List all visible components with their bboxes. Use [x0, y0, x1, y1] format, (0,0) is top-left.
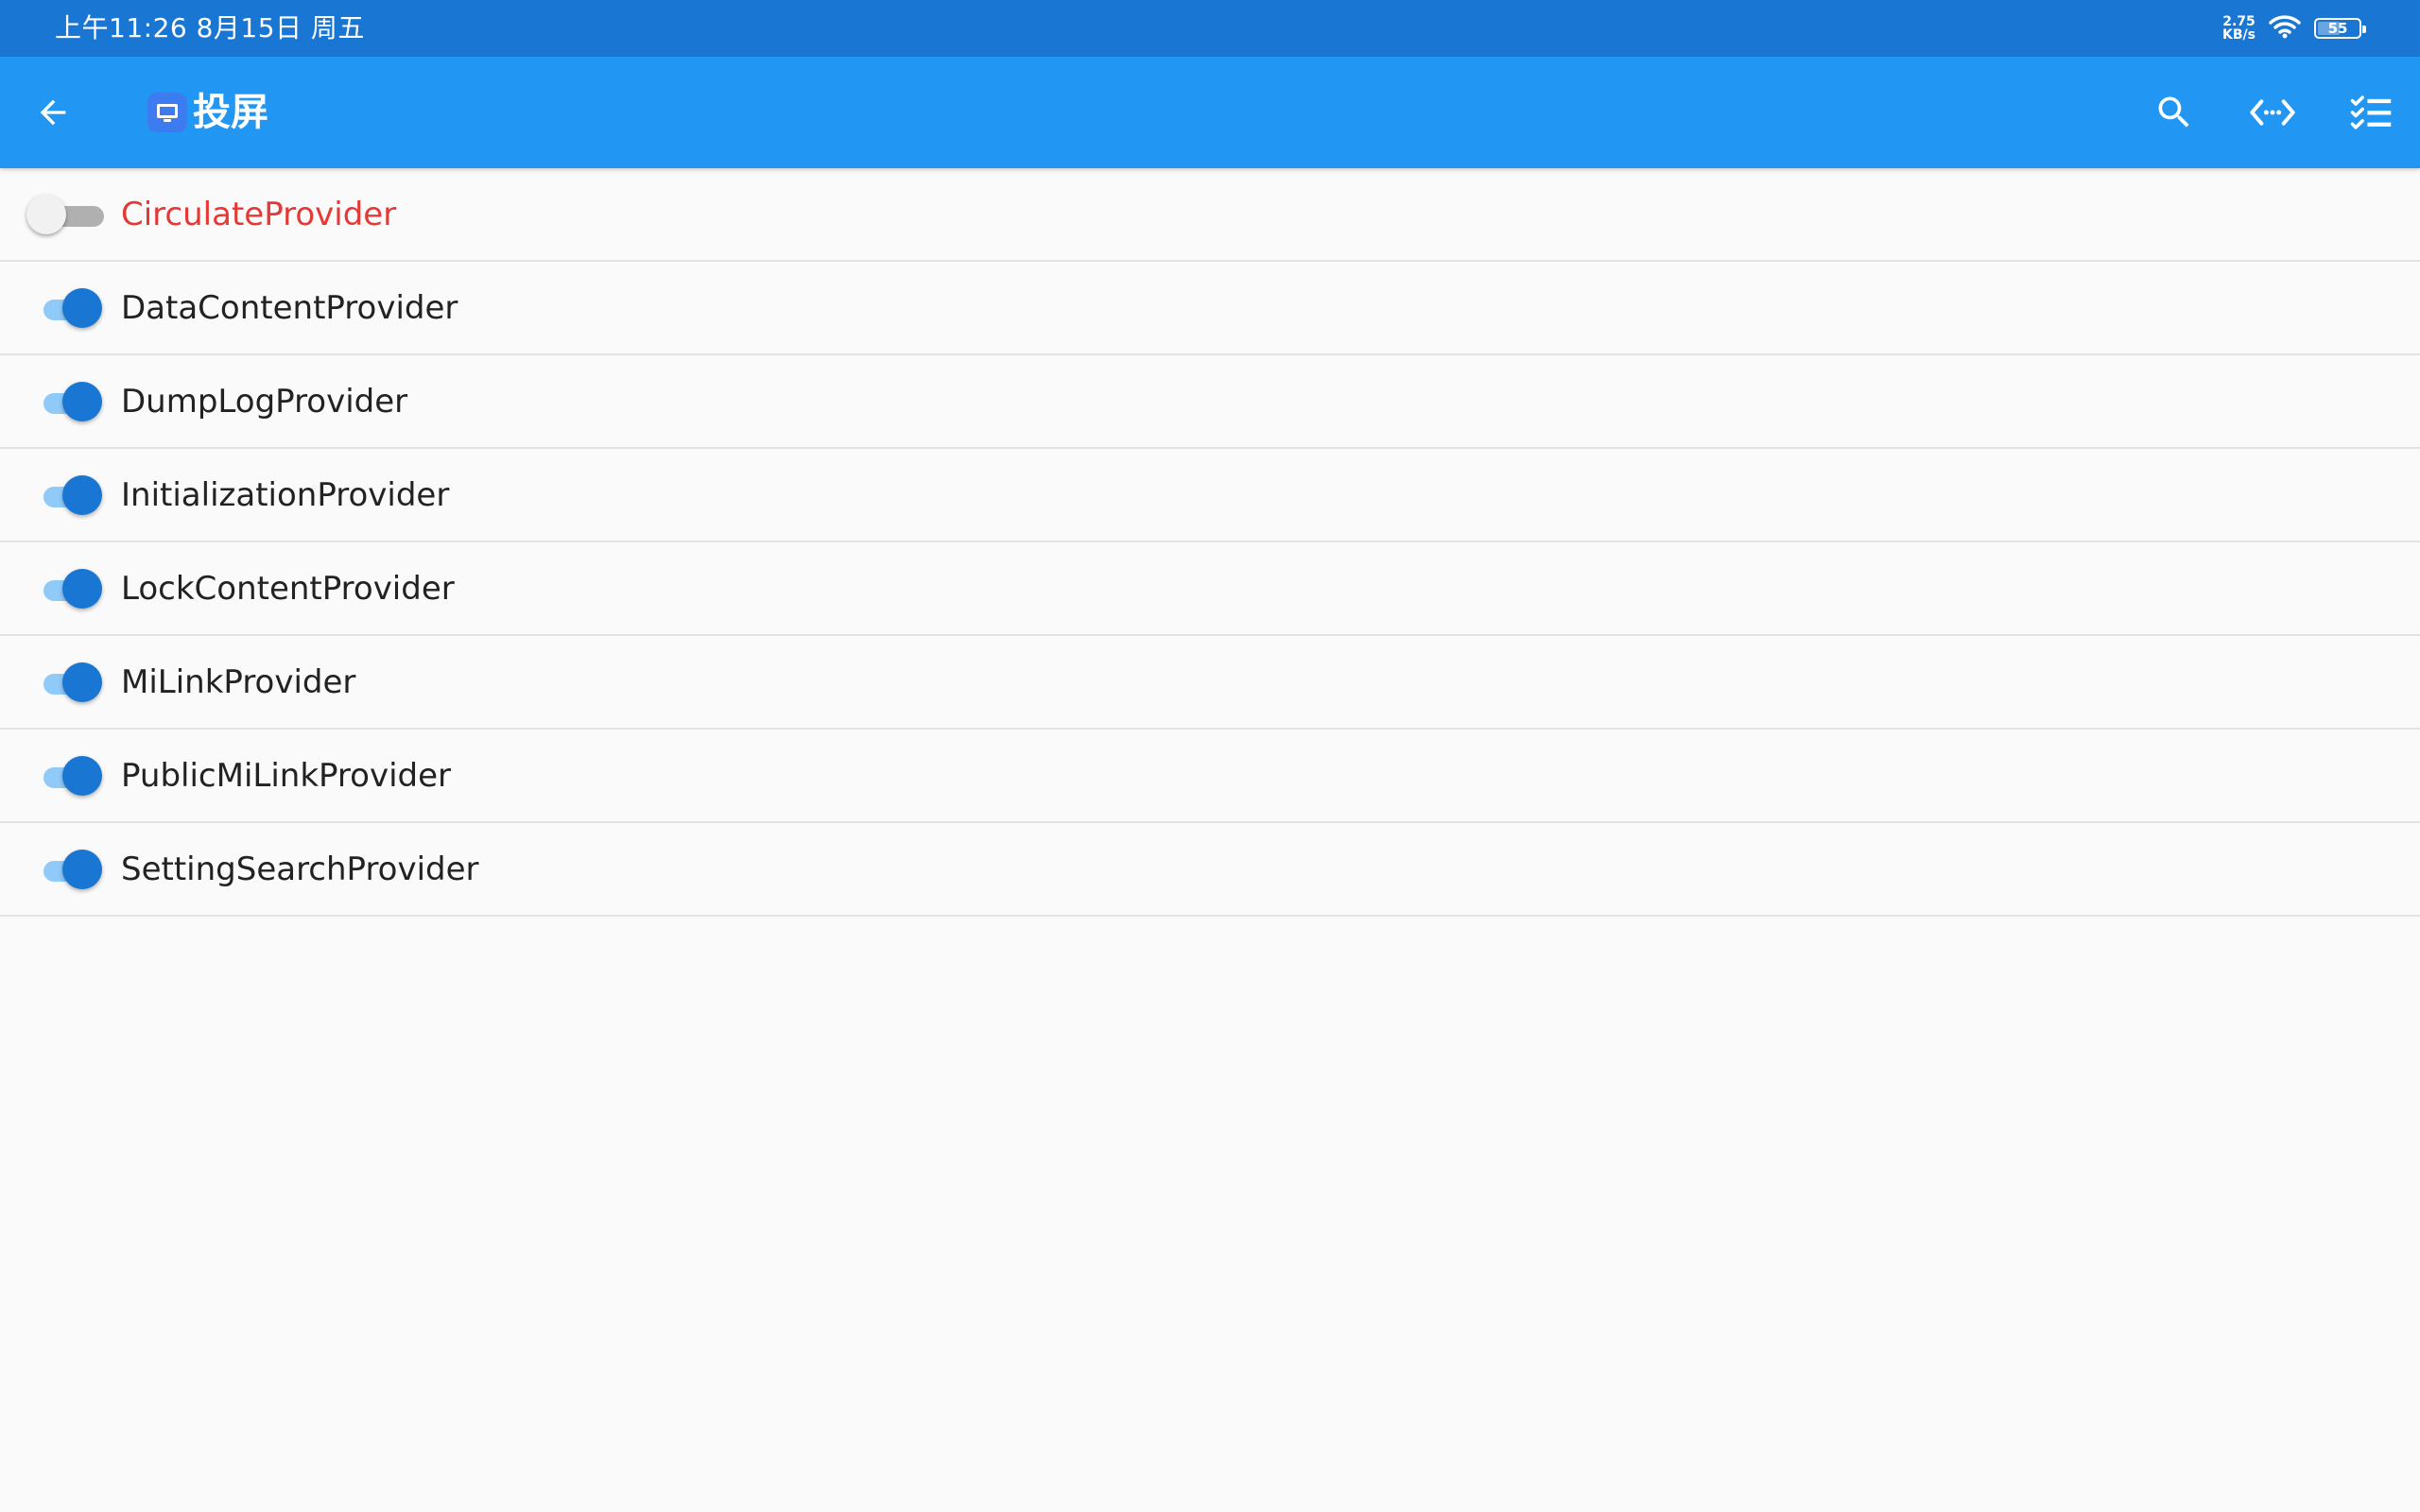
battery-icon: 55 [2314, 18, 2366, 39]
toggle-thumb [62, 850, 102, 889]
provider-toggle[interactable] [43, 850, 102, 889]
app-bar: 投屏 [0, 57, 2420, 168]
provider-list: CirculateProvider DataContentProvider Du… [0, 168, 2420, 917]
provider-name: PublicMiLinkProvider [121, 757, 452, 795]
status-time: 上午11:26 8月15日 周五 [55, 12, 365, 43]
toggle-thumb [62, 756, 102, 796]
toggle-thumb [62, 382, 102, 421]
screen-cast-icon [147, 93, 187, 132]
code-icon [2250, 99, 2295, 126]
list-item[interactable]: LockContentProvider [0, 542, 2420, 636]
list-item[interactable]: SettingSearchProvider [0, 823, 2420, 917]
list-item[interactable]: PublicMiLinkProvider [0, 730, 2420, 823]
provider-name: DumpLogProvider [121, 383, 408, 421]
toggle-thumb [62, 475, 102, 515]
arrow-back-icon [40, 99, 66, 126]
network-speed-unit: KB/s [2222, 27, 2256, 43]
provider-name: InitializationProvider [121, 476, 450, 514]
provider-name: SettingSearchProvider [121, 850, 479, 888]
provider-toggle[interactable] [43, 382, 102, 421]
network-speed: 2.75 KB/s [2222, 15, 2256, 42]
provider-toggle[interactable] [43, 662, 102, 702]
page-title: 投屏 [193, 91, 268, 134]
search-button[interactable] [2146, 84, 2203, 141]
provider-toggle[interactable] [43, 288, 102, 328]
provider-name: DataContentProvider [121, 289, 458, 327]
list-item[interactable]: InitializationProvider [0, 449, 2420, 542]
code-button[interactable] [2244, 84, 2301, 141]
back-button[interactable] [25, 84, 81, 141]
list-item[interactable]: DataContentProvider [0, 262, 2420, 355]
provider-name: LockContentProvider [121, 570, 455, 608]
status-bar: 上午11:26 8月15日 周五 2.75 KB/s 55 [0, 0, 2420, 57]
toggle-thumb [26, 195, 66, 234]
provider-name: MiLinkProvider [121, 663, 356, 701]
checklist-button[interactable] [2342, 84, 2399, 141]
list-item[interactable]: MiLinkProvider [0, 636, 2420, 730]
toggle-thumb [62, 569, 102, 609]
search-icon [2158, 96, 2189, 128]
battery-level: 55 [2327, 20, 2348, 37]
provider-toggle[interactable] [43, 569, 102, 609]
provider-toggle[interactable] [43, 475, 102, 515]
network-speed-value: 2.75 [2222, 14, 2256, 29]
provider-name: CirculateProvider [121, 196, 397, 233]
list-item[interactable]: DumpLogProvider [0, 355, 2420, 449]
wifi-icon [2269, 14, 2301, 43]
checklist-icon [2350, 95, 2392, 129]
status-icons: 2.75 KB/s 55 [2222, 11, 2366, 45]
toggle-thumb [62, 288, 102, 328]
list-item[interactable]: CirculateProvider [0, 168, 2420, 262]
provider-toggle[interactable] [26, 195, 104, 234]
provider-toggle[interactable] [43, 756, 102, 796]
toggle-thumb [62, 662, 102, 702]
